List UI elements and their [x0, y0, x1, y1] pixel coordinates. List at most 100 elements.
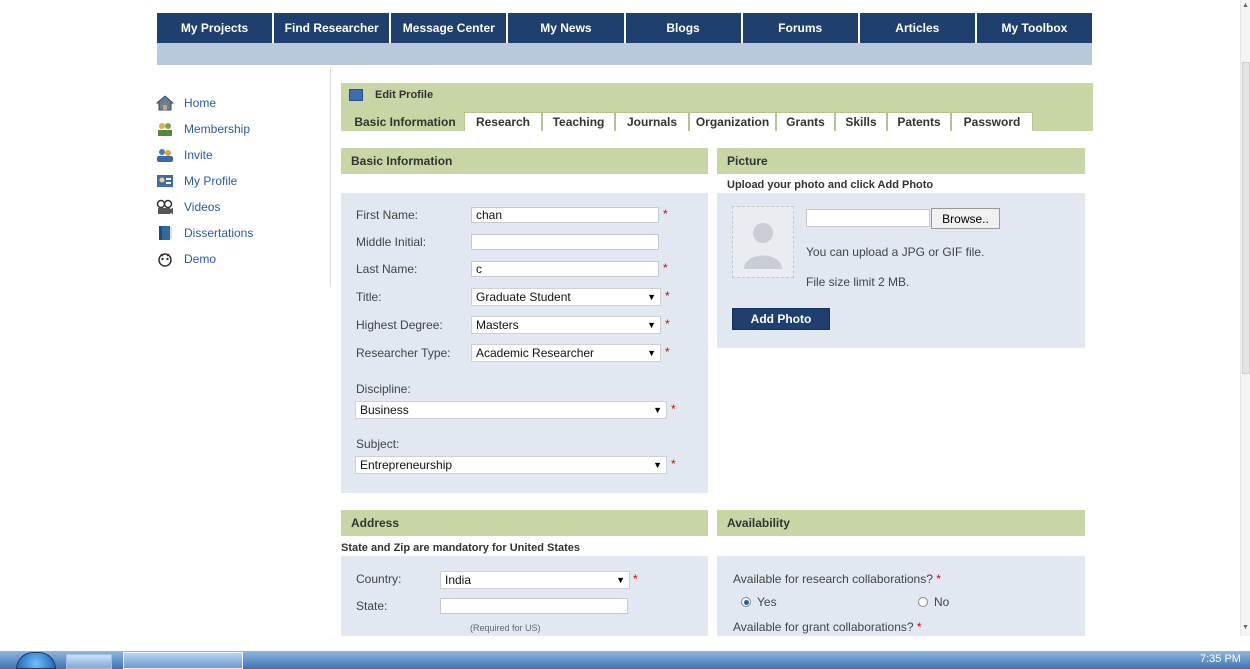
- user-silhouette-icon: [744, 223, 782, 269]
- page: { "nav": { "items": ["My Projects", "Fin…: [0, 0, 1250, 669]
- sidebar-item-videos[interactable]: Videos: [155, 194, 325, 220]
- chevron-down-icon: ▼: [647, 292, 656, 302]
- chevron-down-icon: ▼: [616, 575, 625, 585]
- last-name-field[interactable]: c: [471, 261, 659, 277]
- country-value: India: [445, 573, 472, 587]
- nav-my-toolbox[interactable]: My Toolbox: [976, 13, 1092, 43]
- tab-skills[interactable]: Skills: [835, 112, 887, 131]
- research-yes-radio[interactable]: Yes: [741, 595, 777, 609]
- radio-unselected-icon: [918, 597, 928, 607]
- chevron-down-icon: ▼: [653, 460, 662, 470]
- required-mark: *: [665, 289, 670, 303]
- research-no-label: No: [934, 595, 950, 609]
- sidebar-item-membership[interactable]: Membership: [155, 116, 325, 142]
- research-collab-question-text: Available for research collaborations?: [733, 572, 933, 586]
- degree-select[interactable]: Masters ▼: [471, 316, 661, 334]
- picture-heading: Picture: [717, 148, 1085, 174]
- required-mark: *: [663, 261, 668, 275]
- required-mark: *: [916, 620, 922, 634]
- browser-taskbar-button[interactable]: [123, 652, 243, 669]
- research-yes-label: Yes: [757, 595, 777, 609]
- researcher-type-select[interactable]: Academic Researcher ▼: [471, 344, 661, 362]
- browse-button[interactable]: Browse..: [931, 208, 1000, 229]
- title-select[interactable]: Graduate Student ▼: [471, 288, 661, 306]
- tab-grants[interactable]: Grants: [776, 112, 835, 131]
- scrollbar-thumb[interactable]: [1242, 62, 1250, 374]
- discipline-select[interactable]: Business ▼: [355, 401, 667, 419]
- country-select[interactable]: India ▼: [440, 571, 630, 589]
- sidebar-item-label: Demo: [184, 252, 217, 266]
- nav-forums[interactable]: Forums: [742, 13, 860, 43]
- scroll-up-icon[interactable]: ▲: [1242, 2, 1249, 9]
- vertical-scrollbar[interactable]: ▲ ▼: [1240, 0, 1250, 636]
- chevron-down-icon: ▼: [647, 348, 656, 358]
- first-name-field[interactable]: chan: [471, 207, 659, 223]
- home-icon: [155, 94, 175, 112]
- tab-basic-information[interactable]: Basic Information: [346, 112, 464, 131]
- nav-subbar: [157, 43, 1092, 65]
- sidebar-item-invite[interactable]: Invite: [155, 142, 325, 168]
- sidebar-divider: [330, 68, 331, 286]
- tab-teaching[interactable]: Teaching: [542, 112, 615, 131]
- edit-profile-title: Edit Profile: [349, 89, 433, 101]
- discipline-value: Business: [360, 403, 409, 417]
- sidebar-item-my-profile[interactable]: My Profile: [155, 168, 325, 194]
- sidebar-item-dissertations[interactable]: Dissertations: [155, 220, 325, 246]
- degree-label: Highest Degree:: [356, 318, 443, 332]
- tab-organization[interactable]: Organization: [689, 112, 776, 131]
- address-subheading: State and Zip are mandatory for United S…: [341, 542, 580, 554]
- sidebar-item-label: Dissertations: [184, 226, 254, 240]
- nav-blogs[interactable]: Blogs: [625, 13, 743, 43]
- title-select-value: Graduate Student: [476, 290, 571, 304]
- research-no-radio[interactable]: No: [918, 595, 949, 609]
- researcher-type-value: Academic Researcher: [476, 346, 595, 360]
- degree-select-value: Masters: [476, 318, 519, 332]
- radio-selected-icon: [741, 597, 751, 607]
- scroll-down-icon[interactable]: ▼: [1242, 624, 1249, 631]
- nav-my-news[interactable]: My News: [508, 13, 626, 43]
- photo-format-hint: You can upload a JPG or GIF file.: [806, 245, 985, 259]
- tab-research[interactable]: Research: [464, 112, 542, 131]
- sidebar-item-label: Invite: [184, 148, 213, 162]
- membership-icon: [155, 120, 175, 138]
- first-name-label: First Name:: [356, 208, 419, 222]
- add-photo-button[interactable]: Add Photo: [732, 308, 830, 330]
- required-mark: *: [665, 345, 670, 359]
- grant-collab-question-text: Available for grant collaborations?: [733, 620, 914, 634]
- sidebar-item-label: Membership: [184, 122, 251, 136]
- last-name-label: Last Name:: [356, 262, 418, 276]
- avatar-placeholder: [732, 206, 794, 278]
- picture-subheading: Upload your photo and click Add Photo: [727, 179, 934, 191]
- photo-file-field[interactable]: [806, 209, 930, 227]
- chevron-down-icon: ▼: [653, 405, 662, 415]
- sidebar-item-home[interactable]: Home: [155, 90, 325, 116]
- top-navigation: My Projects Find Researcher Message Cent…: [157, 13, 1092, 43]
- researcher-type-label: Researcher Type:: [356, 346, 451, 360]
- book-icon: [155, 224, 175, 242]
- title-label: Title:: [356, 290, 382, 304]
- profile-tabs: Basic Information Research Teaching Jour…: [346, 112, 1033, 131]
- nav-message-center[interactable]: Message Center: [391, 13, 509, 43]
- explorer-taskbar-icon[interactable]: [66, 654, 112, 669]
- state-field[interactable]: [440, 598, 628, 614]
- address-heading: Address: [341, 510, 708, 536]
- sidebar-item-demo[interactable]: Demo: [155, 246, 325, 272]
- tab-password[interactable]: Password: [951, 112, 1033, 131]
- required-mark: *: [936, 572, 941, 586]
- tab-patents[interactable]: Patents: [887, 112, 951, 131]
- discipline-label: Discipline:: [356, 382, 411, 396]
- middle-initial-label: Middle Initial:: [356, 235, 427, 249]
- subject-label: Subject:: [356, 437, 400, 451]
- subject-select[interactable]: Entrepreneurship ▼: [355, 456, 667, 474]
- nav-find-researcher[interactable]: Find Researcher: [274, 13, 392, 43]
- required-mark: *: [665, 317, 670, 331]
- research-collab-question: Available for research collaborations? *: [733, 572, 941, 586]
- nav-articles[interactable]: Articles: [859, 13, 977, 43]
- nav-my-projects[interactable]: My Projects: [157, 13, 275, 43]
- sidebar: Home Membership Invite My Profile Videos: [155, 90, 325, 272]
- tab-journals[interactable]: Journals: [615, 112, 689, 131]
- required-mark: *: [633, 572, 638, 586]
- state-label: State:: [356, 599, 388, 613]
- middle-initial-field[interactable]: [471, 234, 659, 250]
- chevron-down-icon: ▼: [647, 320, 656, 330]
